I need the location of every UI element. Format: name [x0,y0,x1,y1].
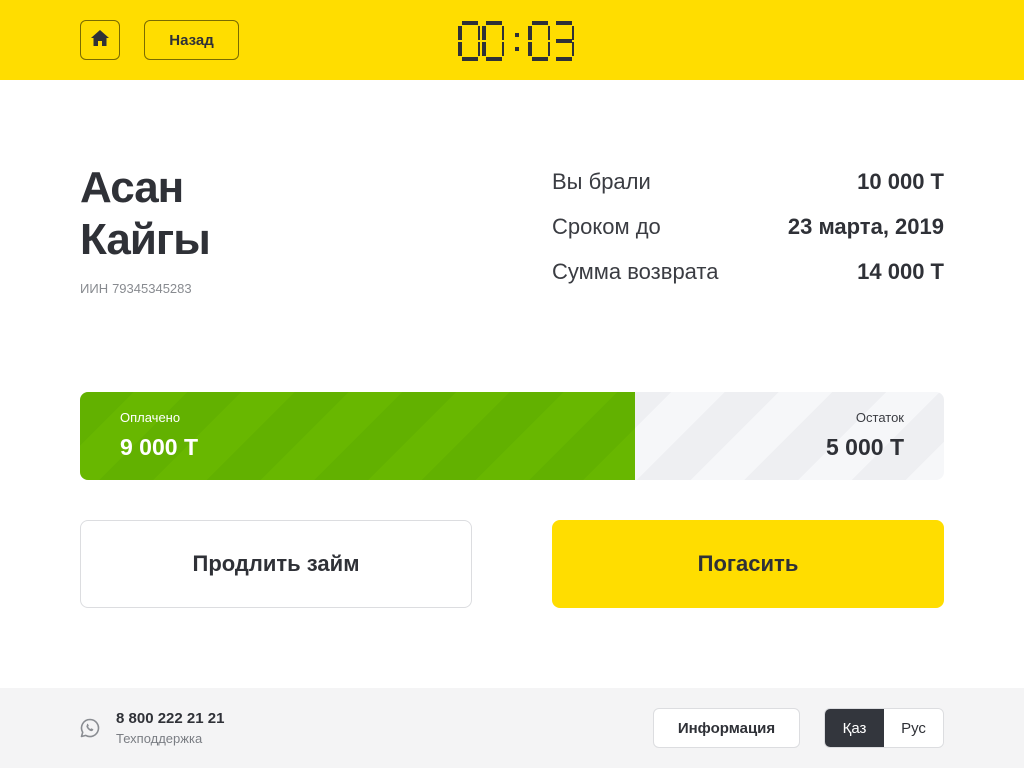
repayment-value: 14 000 Т [857,259,944,284]
support-phone[interactable]: 8 800 222 21 21 [116,710,224,727]
extend-loan-button[interactable]: Продлить займ [80,520,472,608]
iin-label: ИИН [80,281,109,296]
loan-amount-row: Вы брали 10 000 Т [552,167,944,197]
repayment-label: Сумма возврата [552,259,719,284]
whatsapp-icon [80,718,100,738]
timer-digit-1 [481,21,504,61]
client-last-name: Кайгы [80,215,211,264]
pay-off-button[interactable]: Погасить [552,520,944,608]
loan-due-label: Сроком до [552,214,661,239]
client-iin: ИИН 79345345283 [80,281,192,296]
client-first-name: Асан [80,163,184,212]
home-icon [91,29,109,51]
client-name: Асан Кайгы [80,162,380,266]
language-rus-button[interactable]: Рус [884,709,943,747]
timer-digit-0 [458,21,480,61]
loan-amount-label: Вы брали [552,169,651,194]
language-switch: Қаз Рус [824,708,944,748]
loan-due-value: 23 марта, 2019 [787,214,944,239]
top-bar: Назад [0,0,1024,80]
paid-label: Оплачено [120,410,181,425]
timer-digit-3 [556,21,574,61]
repayment-progress-bar: Оплачено 9 000 Т Остаток 5 000 Т [80,392,944,480]
countdown-timer [458,18,574,64]
home-button[interactable] [80,20,120,60]
back-button[interactable]: Назад [144,20,239,60]
loan-due-row: Сроком до 23 марта, 2019 [552,212,944,242]
loan-amount-value: 10 000 Т [857,169,944,194]
timer-colon [514,33,519,51]
timer-digit-2 [528,21,551,61]
remaining-label: Остаток [855,410,904,425]
remaining-value: 5 000 Т [826,434,904,460]
language-kaz-button[interactable]: Қаз [825,709,884,747]
information-button[interactable]: Информация [653,708,800,748]
iin-value: 79345345283 [112,281,192,296]
repayment-row: Сумма возврата 14 000 Т [552,257,944,287]
paid-value: 9 000 Т [120,434,198,460]
support-label: Техподдержка [116,731,203,746]
